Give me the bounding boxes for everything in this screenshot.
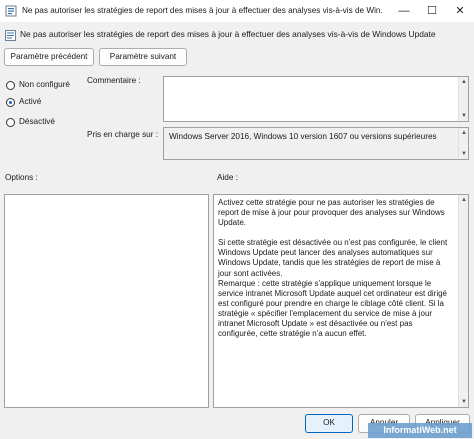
options-panel — [4, 194, 209, 408]
comment-scrollbar[interactable]: ▲ ▼ — [458, 77, 468, 121]
scroll-up-icon[interactable]: ▲ — [460, 196, 468, 204]
maximize-button[interactable]: ☐ — [418, 0, 446, 22]
options-label: Options : — [5, 173, 38, 182]
close-button[interactable]: ✕ — [446, 0, 474, 22]
scroll-down-icon[interactable]: ▼ — [460, 150, 468, 158]
help-paragraph: Remarque : cette stratégie s'applique un… — [218, 278, 448, 339]
radio-label: Désactivé — [19, 117, 55, 126]
supported-on-label: Pris en charge sur : — [87, 130, 158, 139]
radio-enabled[interactable]: Activé — [6, 96, 86, 110]
radio-circle[interactable] — [6, 81, 15, 90]
help-panel[interactable]: Activez cette stratégie pour ne pas auto… — [213, 194, 469, 408]
radio-not-configured[interactable]: Non configuré — [6, 79, 86, 93]
help-scrollbar[interactable]: ▲ ▼ — [458, 195, 468, 407]
title-bar: Ne pas autoriser les stratégies de repor… — [0, 0, 474, 22]
policy-name: Ne pas autoriser les stratégies de repor… — [20, 29, 436, 39]
supported-scrollbar[interactable]: ▲ ▼ — [458, 128, 468, 159]
policy-setting-icon — [5, 30, 16, 41]
minimize-button[interactable]: — — [390, 0, 418, 22]
watermark: InformatiWeb.net — [368, 423, 472, 438]
scroll-up-icon[interactable]: ▲ — [460, 78, 468, 86]
scroll-down-icon[interactable]: ▼ — [460, 398, 468, 406]
radio-disabled[interactable]: Désactivé — [6, 116, 86, 130]
supported-on-field: Windows Server 2016, Windows 10 version … — [163, 127, 469, 160]
comment-field[interactable]: ▲ ▼ — [163, 76, 469, 122]
help-text: Activez cette stratégie pour ne pas auto… — [218, 198, 454, 339]
ok-button[interactable]: OK — [305, 414, 353, 433]
comment-label: Commentaire : — [87, 76, 141, 85]
supported-on-value: Windows Server 2016, Windows 10 version … — [169, 132, 437, 141]
previous-setting-button[interactable]: Paramètre précédent — [4, 48, 94, 66]
help-paragraph: Si cette stratégie est désactivée ou n'e… — [218, 238, 448, 278]
scroll-up-icon[interactable]: ▲ — [460, 129, 468, 137]
policy-window-icon — [5, 5, 17, 17]
radio-label: Activé — [19, 97, 42, 106]
radio-label: Non configuré — [19, 80, 70, 89]
next-setting-button[interactable]: Paramètre suivant — [99, 48, 187, 66]
radio-circle[interactable] — [6, 118, 15, 127]
help-paragraph: Activez cette stratégie pour ne pas auto… — [218, 198, 445, 228]
help-label: Aide : — [217, 173, 238, 182]
window-title: Ne pas autoriser les stratégies de repor… — [22, 6, 382, 15]
radio-circle-selected[interactable] — [6, 98, 15, 107]
scroll-down-icon[interactable]: ▼ — [460, 112, 468, 120]
